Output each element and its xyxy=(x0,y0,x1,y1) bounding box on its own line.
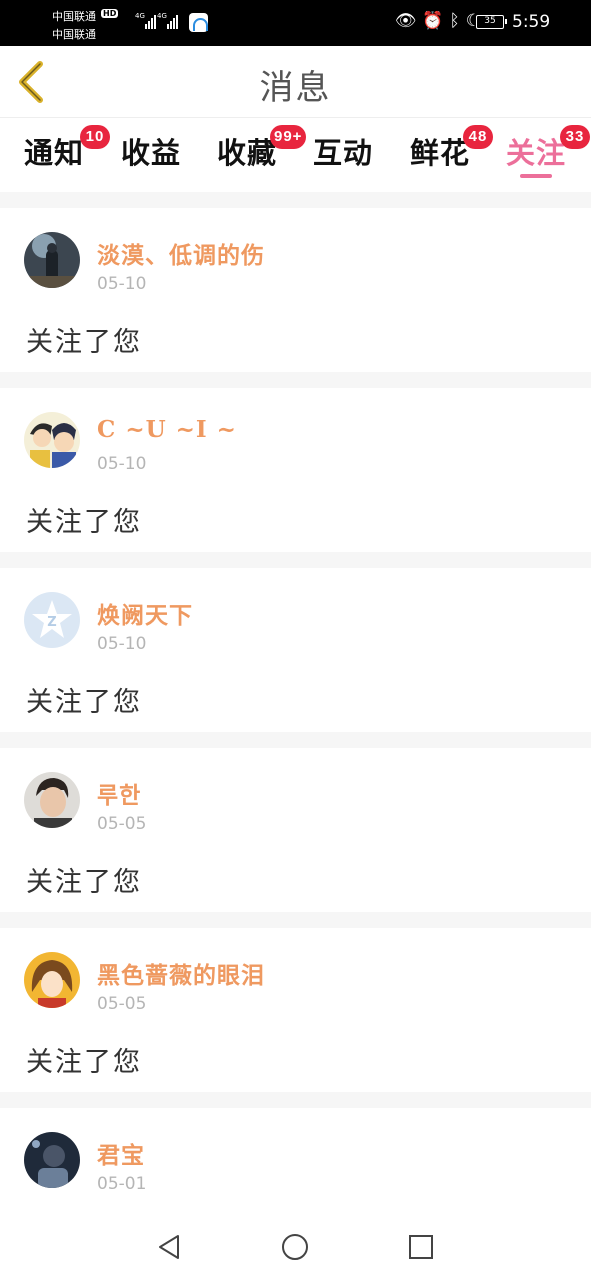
follow-message: 关注了您 xyxy=(26,327,142,358)
tab-flowers[interactable]: 鲜花 48 xyxy=(410,125,493,172)
carrier-label-1: 中国联通 xyxy=(52,10,96,23)
person-photo-avatar-icon xyxy=(24,772,80,828)
home-circle-icon[interactable] xyxy=(280,1232,310,1262)
dark-figure-avatar-icon xyxy=(24,232,80,288)
tab-notifications[interactable]: 通知 10 xyxy=(24,125,110,172)
clock: 5:59 xyxy=(512,12,551,32)
anime-couple-avatar-icon xyxy=(24,412,80,468)
svg-text:Z: Z xyxy=(47,615,56,630)
list-item[interactable]: C ~U ~I ~ 05-10 关注了您 xyxy=(0,388,591,552)
anime-girl-avatar-icon xyxy=(24,952,80,1008)
avatar[interactable] xyxy=(24,952,80,1008)
follow-message: 关注了您 xyxy=(26,1047,142,1078)
status-bar: 中国联通 中国联通 HD 4G 4G 👁 ⏰ ᛒ ☾ 35 5:59 xyxy=(0,0,591,46)
follow-date: 05-10 xyxy=(97,634,147,654)
tab-favorites[interactable]: 收藏 99+ xyxy=(217,125,307,172)
bluetooth-icon: ᛒ xyxy=(449,11,460,31)
tab-label: 互动 xyxy=(313,136,374,170)
battery-icon: 35 xyxy=(476,15,507,29)
carrier-label-2: 中国联通 xyxy=(52,28,96,41)
avatar[interactable] xyxy=(24,1132,80,1188)
follow-date: 05-10 xyxy=(97,274,147,294)
avatar[interactable]: Z xyxy=(24,592,80,648)
avatar[interactable] xyxy=(24,772,80,828)
list-item[interactable]: Z 焕阙天下 05-10 关注了您 xyxy=(0,568,591,732)
username[interactable]: C ~U ~I ~ xyxy=(97,416,237,443)
follow-message: 关注了您 xyxy=(26,507,142,538)
app-header: 消息 xyxy=(0,46,591,118)
list-item[interactable]: 淡漠、低调的伤 05-10 关注了您 xyxy=(0,208,591,372)
system-icons: 👁 ⏰ ᛒ ☾ xyxy=(395,11,481,31)
default-star-avatar-icon: Z xyxy=(24,592,80,648)
network-type-1: 4G xyxy=(135,12,145,20)
signal-icon xyxy=(145,13,156,29)
follow-date: 05-05 xyxy=(97,994,147,1014)
tab-label: 鲜花 xyxy=(410,136,471,170)
follow-list: 淡漠、低调的伤 05-10 关注了您 C ~U ~I ~ 05-10 关注了您 … xyxy=(0,192,591,1272)
recents-square-icon[interactable] xyxy=(406,1232,436,1262)
hd-icon: HD xyxy=(101,9,119,18)
network-type-2: 4G xyxy=(157,12,167,20)
alarm-icon: ⏰ xyxy=(422,11,444,31)
username[interactable]: 君宝 xyxy=(97,1136,145,1170)
tab-bar: 通知 10 收益 收藏 99+ 互动 鲜花 48 关注 33 xyxy=(0,118,591,192)
eye-icon: 👁 xyxy=(394,11,417,31)
back-triangle-icon[interactable] xyxy=(154,1232,184,1262)
tab-follows[interactable]: 关注 33 xyxy=(506,125,590,172)
system-navigation-bar xyxy=(0,1216,591,1280)
app-notification-icon xyxy=(189,13,208,32)
username[interactable]: 淡漠、低调的伤 xyxy=(97,236,265,270)
dark-photo-avatar-icon xyxy=(24,1132,80,1188)
follow-message: 关注了您 xyxy=(26,867,142,898)
tab-label: 通知 xyxy=(24,136,85,170)
page-title: 消息 xyxy=(259,68,332,108)
list-item[interactable]: 루한 05-05 关注了您 xyxy=(0,748,591,912)
follow-message: 关注了您 xyxy=(26,687,142,718)
follow-date: 05-10 xyxy=(97,454,147,474)
follow-date: 05-05 xyxy=(97,814,147,834)
username[interactable]: 黑色蔷薇的眼泪 xyxy=(97,956,265,990)
count-badge: 33 xyxy=(560,125,590,149)
avatar[interactable] xyxy=(24,412,80,468)
tab-earnings[interactable]: 收益 xyxy=(121,130,181,172)
username[interactable]: 루한 xyxy=(97,776,141,810)
list-item[interactable]: 黑色蔷薇的眼泪 05-05 关注了您 xyxy=(0,928,591,1092)
active-tab-indicator xyxy=(520,174,552,178)
follow-date: 05-01 xyxy=(97,1174,147,1194)
tab-label: 关注 xyxy=(506,136,567,170)
tab-interactions[interactable]: 互动 xyxy=(313,130,373,172)
count-badge: 48 xyxy=(463,125,493,149)
count-badge: 10 xyxy=(80,125,110,149)
count-badge: 99+ xyxy=(270,125,307,149)
tab-label: 收益 xyxy=(121,136,182,170)
avatar[interactable] xyxy=(24,232,80,288)
tab-label: 收藏 xyxy=(217,136,278,170)
signal-icon xyxy=(167,13,178,29)
username[interactable]: 焕阙天下 xyxy=(97,596,193,630)
